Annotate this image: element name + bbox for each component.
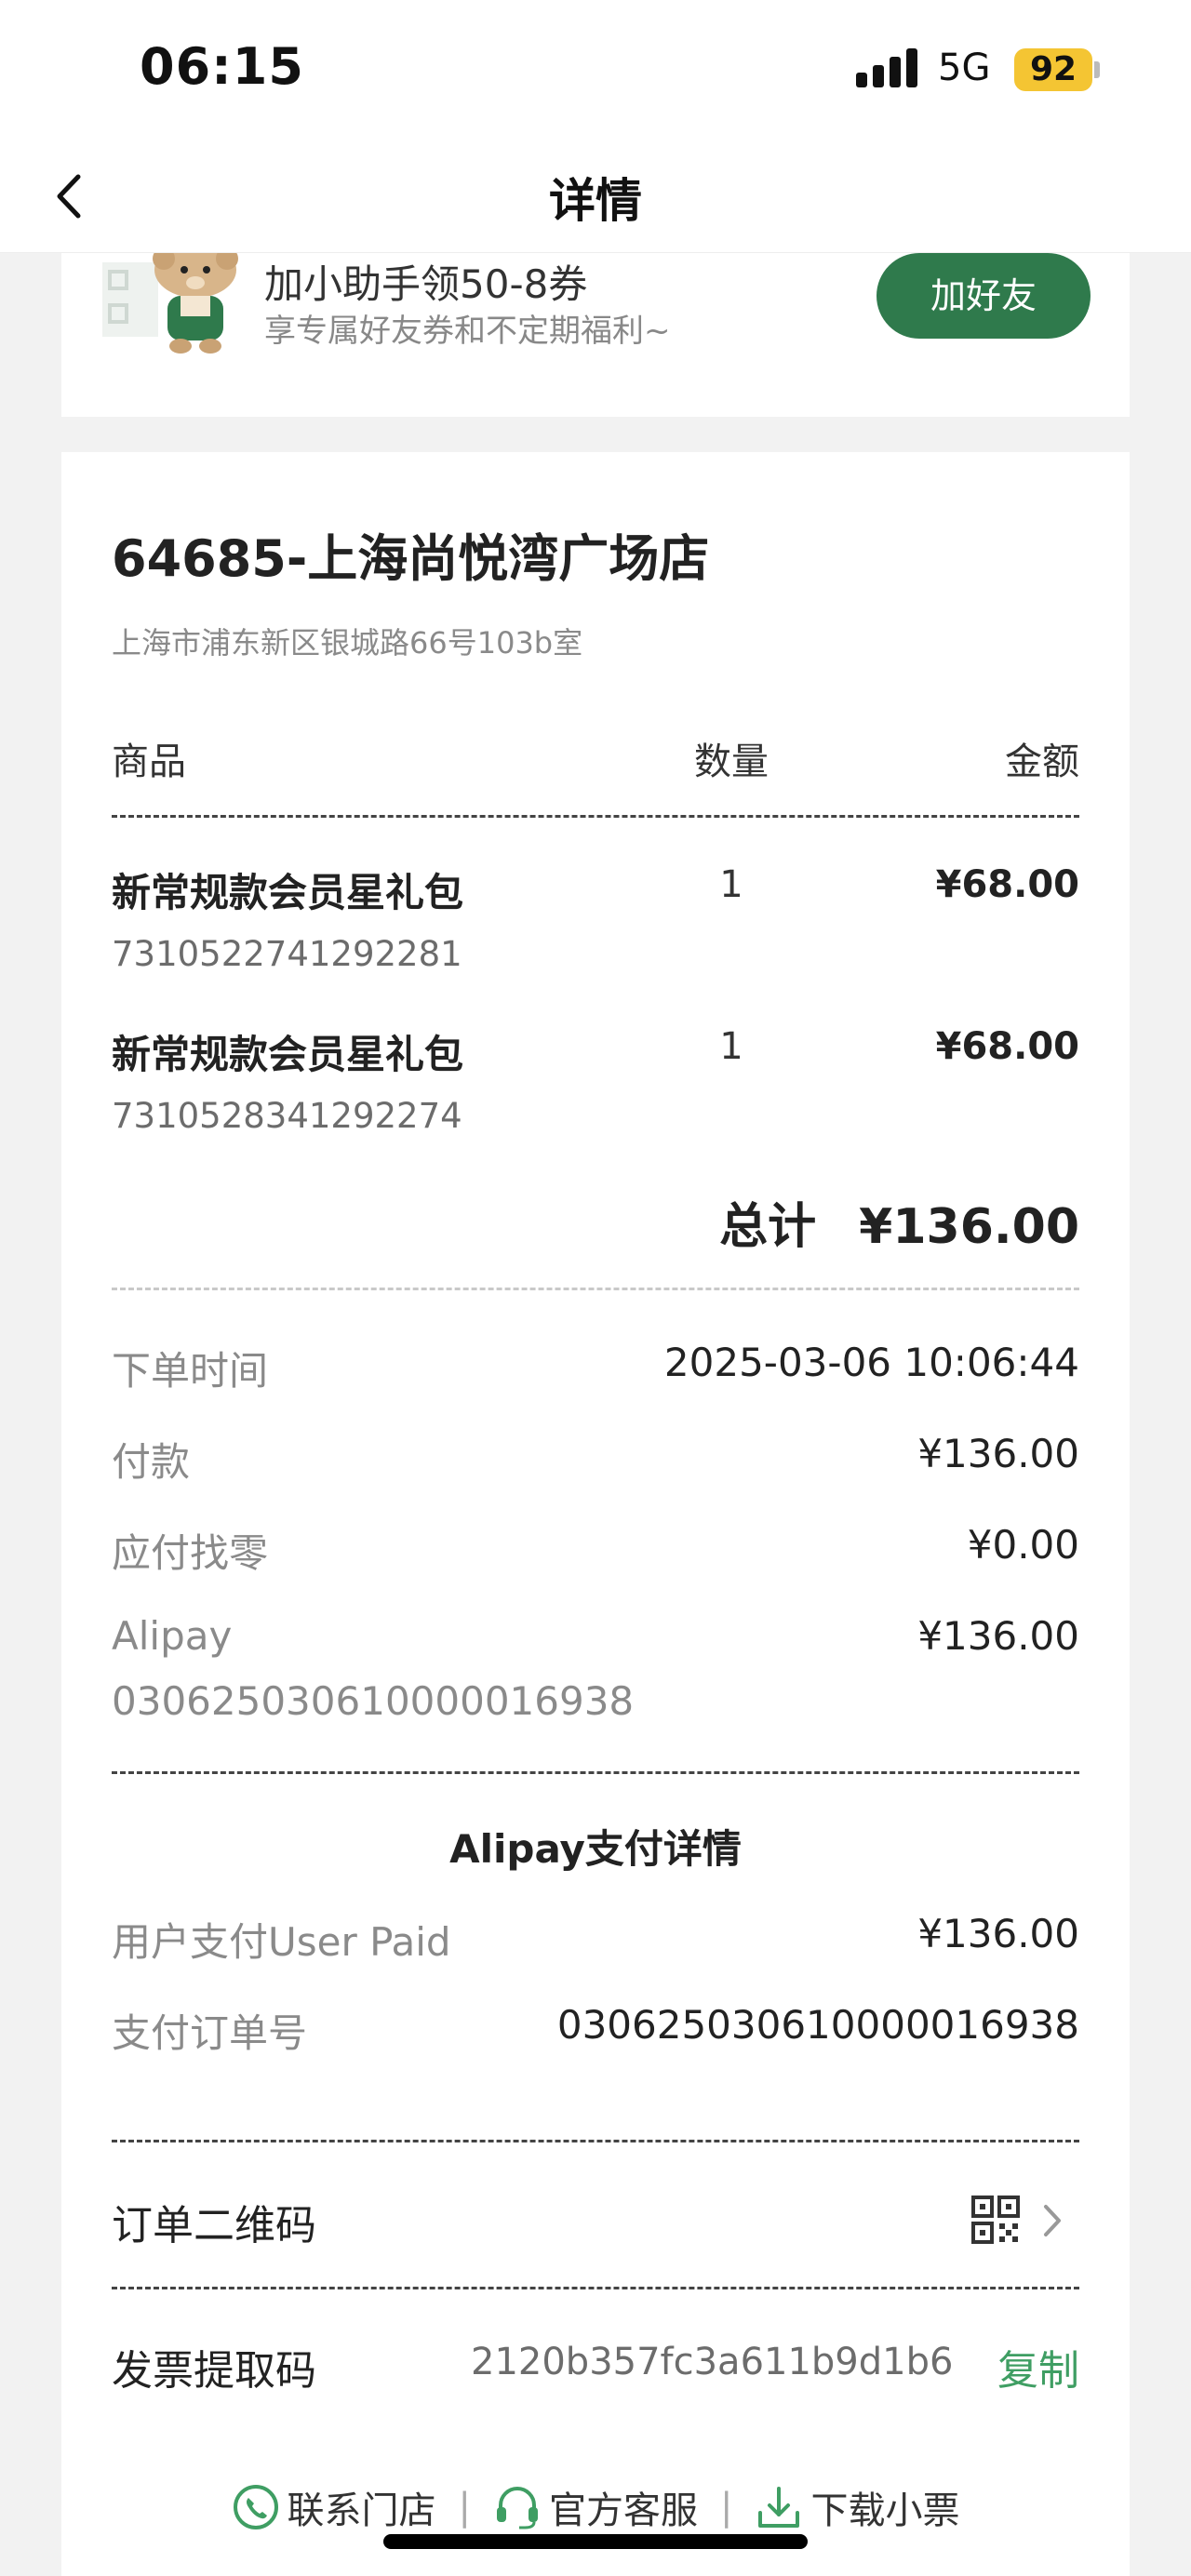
alipay-value: ¥136.00 [917, 1613, 1079, 1659]
order-time-label: 下单时间 [112, 1348, 269, 1394]
home-indicator [383, 2534, 808, 2549]
total-value: ¥136.00 [859, 1199, 1079, 1255]
item-price: ¥68.00 [935, 863, 1079, 906]
order-qr-row[interactable]: 订单二维码 [61, 2155, 1130, 2276]
user-paid-value: ¥136.00 [917, 1911, 1079, 1956]
signal-icon [856, 47, 921, 87]
item-code: 7310522741292281 [112, 934, 462, 974]
copy-button[interactable]: 复制 [997, 2337, 1079, 2396]
user-paid-label: 用户支付User Paid [112, 1919, 451, 1965]
nav-bar: 详情 [0, 140, 1191, 253]
payment-order-value: 030625030610000016938 [556, 2002, 1079, 2048]
item-quantity: 1 [719, 1025, 743, 1068]
item-name: 新常规款会员星礼包 [112, 870, 464, 915]
download-icon [758, 2487, 800, 2528]
invoice-code: 2120b357fc3a611b9d1b6 [471, 2341, 954, 2383]
contact-store-label: 联系门店 [287, 2489, 436, 2532]
promo-card: 加小助手领50-8券 享专属好友券和不定期福利~ 加好友 [61, 242, 1130, 417]
divider [112, 1771, 1079, 1774]
qr-code-icon [971, 2196, 1020, 2244]
change-label: 应付找零 [112, 1530, 269, 1576]
alipay-details-title: Alipay支付详情 [449, 1826, 742, 1872]
separator: | [720, 2486, 733, 2529]
payment-label: 付款 [112, 1439, 191, 1485]
receipt-card: 64685-上海尚悦湾广场店 上海市浦东新区银城路66号103b室 商品 数量 … [61, 452, 1130, 2576]
divider [112, 2287, 1079, 2289]
item-code: 7310528341292274 [112, 1096, 462, 1136]
header-product: 商品 [112, 741, 186, 783]
battery-icon: 92 [1014, 48, 1092, 91]
page-title: 详情 [549, 174, 642, 228]
alipay-reference: 030625030610000016938 [112, 1678, 635, 1724]
footer-links: 联系门店 | 官方客服 | 下载小票 [61, 2480, 1130, 2534]
divider [112, 1288, 1079, 1290]
battery-tip [1094, 61, 1100, 78]
total-label: 总计 [719, 1199, 817, 1255]
change-value: ¥0.00 [967, 1522, 1079, 1568]
payment-order-label: 支付订单号 [112, 2010, 308, 2056]
header-quantity: 数量 [694, 741, 769, 783]
alipay-label: Alipay [112, 1613, 233, 1659]
item-name: 新常规款会员星礼包 [112, 1032, 464, 1077]
promo-title: 加小助手领50-8券 [264, 261, 588, 307]
headset-icon [497, 2487, 538, 2529]
item-price: ¥68.00 [935, 1025, 1079, 1068]
promo-subtitle: 享专属好友券和不定期福利~ [264, 313, 671, 350]
item-quantity: 1 [719, 863, 743, 906]
phone-icon [233, 2485, 278, 2529]
invoice-label: 发票提取码 [112, 2347, 316, 2395]
divider [112, 815, 1079, 818]
clock-time: 06:15 [140, 37, 304, 96]
download-receipt-label: 下载小票 [810, 2489, 960, 2532]
order-time-value: 2025-03-06 10:06:44 [663, 1340, 1079, 1385]
header-amount: 金额 [1005, 741, 1079, 783]
store-name: 64685-上海尚悦湾广场店 [112, 529, 710, 588]
divider [112, 2140, 1079, 2142]
separator: | [458, 2486, 471, 2529]
add-friend-button[interactable]: 加好友 [877, 253, 1091, 339]
payment-value: ¥136.00 [917, 1431, 1079, 1476]
customer-service-label: 官方客服 [549, 2489, 698, 2532]
contact-store-link[interactable]: 联系门店 [232, 2480, 436, 2534]
network-type: 5G [938, 47, 991, 89]
download-receipt-link[interactable]: 下载小票 [755, 2480, 959, 2534]
order-total: 总计 ¥136.00 [719, 1187, 1079, 1257]
status-bar: 06:15 5G 92 [0, 0, 1191, 140]
order-qr-label: 订单二维码 [112, 2202, 316, 2249]
chevron-right-icon [1044, 2205, 1061, 2236]
store-address: 上海市浦东新区银城路66号103b室 [112, 625, 583, 661]
customer-service-link[interactable]: 官方客服 [493, 2480, 698, 2534]
